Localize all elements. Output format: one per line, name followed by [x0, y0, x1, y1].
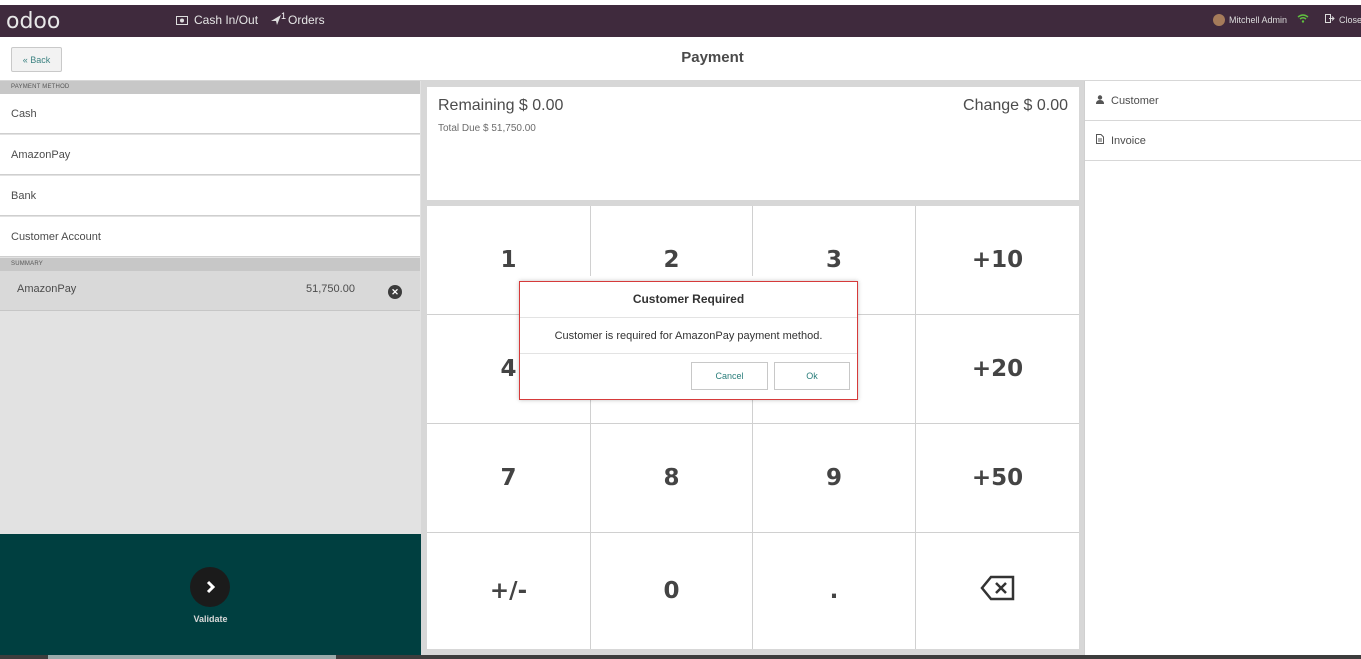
remove-payment-icon[interactable]: ✕ [388, 285, 402, 299]
numpad-key-0[interactable]: 0 [591, 533, 753, 649]
change-amount: Change $ 0.00 [963, 97, 1068, 114]
numpad-key-decimal[interactable]: . [753, 533, 916, 649]
validate-label: Validate [193, 614, 228, 624]
cancel-button[interactable]: Cancel [691, 362, 768, 390]
file-icon [1096, 134, 1104, 147]
payment-line-method: AmazonPay [17, 283, 77, 295]
payment-methods-panel: PAYMENT METHOD Cash AmazonPay Bank Custo… [0, 81, 421, 534]
top-bar: odoo Cash In/Out Orders 1 Mitchell Admin… [0, 5, 1361, 37]
numpad-key-9[interactable]: 9 [753, 424, 916, 533]
ok-button[interactable]: Ok [774, 362, 850, 390]
right-panel: Customer Invoice [1084, 81, 1361, 659]
orders-label: Orders [288, 13, 325, 27]
pos-payment-screen: odoo Cash In/Out Orders 1 Mitchell Admin… [0, 0, 1361, 659]
payment-method-bank[interactable]: Bank [0, 176, 420, 216]
backspace-icon [979, 575, 1016, 607]
odoo-logo: odoo [6, 9, 61, 34]
numpad-key-plus10[interactable]: +10 [916, 206, 1079, 315]
payment-method-customer-account[interactable]: Customer Account [0, 217, 420, 257]
numpad-key-backspace[interactable] [916, 533, 1079, 649]
numpad-key-plus50[interactable]: +50 [916, 424, 1079, 533]
cash-inout-button[interactable]: Cash In/Out [176, 13, 258, 27]
chevron-right-icon [190, 567, 230, 607]
customer-button[interactable]: Customer [1085, 81, 1361, 121]
payment-method-section-label: PAYMENT METHOD [0, 81, 420, 94]
user-menu[interactable]: Mitchell Admin [1213, 14, 1287, 26]
numpad-key-plus20[interactable]: +20 [916, 315, 1079, 424]
payment-line-amount: 51,750.00 [306, 283, 355, 295]
orders-button[interactable]: Orders [270, 13, 325, 27]
total-due: Total Due $ 51,750.00 [438, 123, 536, 134]
sub-header: « Back Payment [0, 37, 1361, 81]
user-icon [1096, 94, 1104, 107]
payment-method-cash[interactable]: Cash [0, 94, 420, 134]
numpad-key-7[interactable]: 7 [427, 424, 591, 533]
close-label: Close [1339, 14, 1361, 25]
remaining-amount: Remaining $ 0.00 [438, 97, 564, 114]
numpad-key-sign[interactable]: +/- [427, 533, 591, 649]
numpad-key-8[interactable]: 8 [591, 424, 753, 533]
invoice-label: Invoice [1111, 134, 1146, 147]
dialog-title: Customer Required [520, 282, 857, 318]
invoice-button[interactable]: Invoice [1085, 121, 1361, 161]
dialog-message: Customer is required for AmazonPay payme… [520, 318, 857, 354]
cash-inout-label: Cash In/Out [194, 13, 259, 27]
summary-section-label: SUMMARY [0, 258, 420, 271]
orders-count-badge: 1 [281, 11, 287, 21]
payment-line[interactable]: AmazonPay 51,750.00 ✕ [0, 271, 420, 311]
user-name: Mitchell Admin [1229, 15, 1288, 25]
customer-required-dialog: Customer Required Customer is required f… [519, 281, 858, 400]
customer-label: Customer [1111, 94, 1159, 107]
cash-icon [176, 15, 188, 25]
payment-status: Remaining $ 0.00 Change $ 0.00 Total Due… [427, 87, 1079, 200]
validate-button[interactable]: Validate [0, 534, 421, 659]
wifi-icon [1297, 14, 1309, 23]
numpad: 1 2 3 +10 4 5 6 +20 7 8 9 +50 +/- 0 . [427, 206, 1079, 649]
sign-out-icon [1325, 14, 1335, 25]
close-button[interactable]: Close [1325, 14, 1361, 25]
payment-method-amazonpay[interactable]: AmazonPay [0, 135, 420, 175]
page-title: Payment [681, 49, 744, 66]
avatar [1213, 14, 1225, 26]
scrollbar-thumb[interactable] [48, 655, 336, 659]
